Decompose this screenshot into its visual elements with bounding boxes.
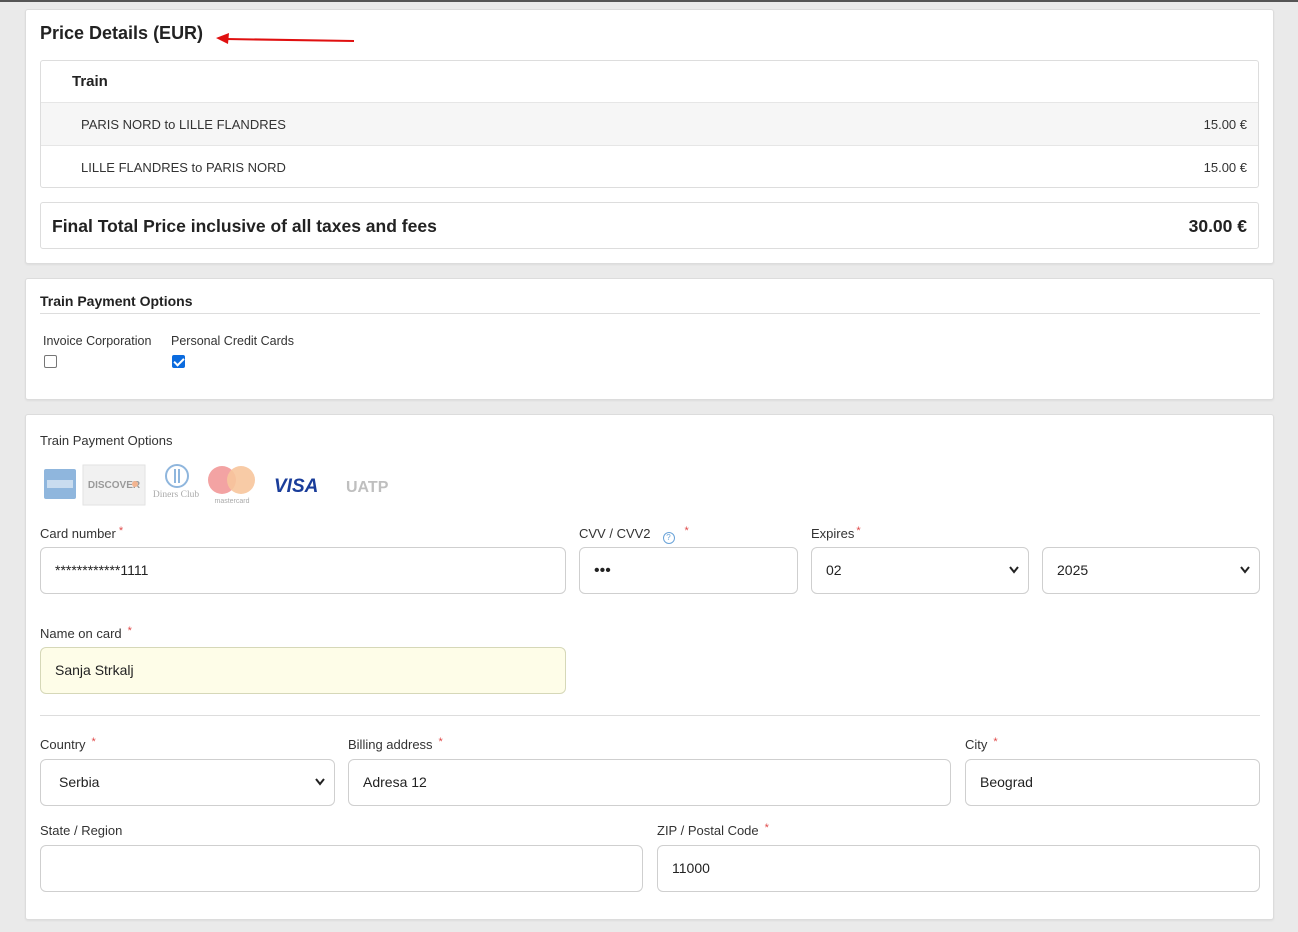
diners-club-logo-icon: Diners Club <box>153 464 199 500</box>
total-price-label: Final Total Price inclusive of all taxes… <box>52 216 437 236</box>
amex-logo-icon <box>44 469 76 499</box>
total-price-amount: 30.00 € <box>1188 216 1247 236</box>
country-label: Country * <box>40 736 96 752</box>
expires-label: Expires * <box>811 525 861 541</box>
total-price-box: Final Total Price inclusive of all taxes… <box>40 202 1259 249</box>
card-number-label: Card number * <box>40 525 124 541</box>
card-payment-title: Train Payment Options <box>40 433 173 448</box>
segment-route: LILLE FLANDRES to PARIS NORD <box>81 160 286 175</box>
help-icon[interactable]: ? <box>662 532 675 544</box>
segment-route: PARIS NORD to LILLE FLANDRES <box>81 117 286 132</box>
train-section-label: Train <box>72 73 108 90</box>
cvv-label: CVV / CVV2 ?* <box>579 525 689 544</box>
table-row: PARIS NORD to LILLE FLANDRES 15.00 € <box>41 103 1258 146</box>
chevron-down-icon <box>1240 566 1250 574</box>
country-value: Serbia <box>59 774 100 790</box>
train-price-table: Train PARIS NORD to LILLE FLANDRES 15.00… <box>40 60 1259 188</box>
red-arrow-annotation-icon <box>216 33 355 44</box>
table-row: LILLE FLANDRES to PARIS NORD 15.00 € <box>41 146 1258 189</box>
train-payment-options-card: Train Payment Options Invoice Corporatio… <box>25 278 1274 400</box>
cvv-input[interactable]: ••• <box>579 547 798 594</box>
country-select[interactable]: Serbia <box>40 759 335 806</box>
state-region-label: State / Region <box>40 823 123 838</box>
segment-amount: 15.00 € <box>1203 117 1247 132</box>
personal-credit-cards-label: Personal Credit Cards <box>171 334 294 348</box>
mastercard-logo-icon: mastercard <box>208 466 255 505</box>
price-details-title: Price Details (EUR) <box>40 23 204 43</box>
uatp-logo-icon: UATP <box>346 479 389 496</box>
chevron-down-icon <box>1009 566 1019 574</box>
invoice-corporation-label: Invoice Corporation <box>43 334 152 348</box>
billing-address-label: Billing address * <box>348 736 443 752</box>
visa-logo-icon: VISA <box>274 476 318 497</box>
card-number-input[interactable]: ************1111 <box>40 547 566 594</box>
zip-postal-code-input[interactable]: 11000 <box>657 845 1260 892</box>
state-region-input[interactable] <box>40 845 643 892</box>
train-section-header: Train <box>41 61 1258 103</box>
price-details-card: Price Details (EUR) Train PARIS NORD to … <box>25 9 1274 264</box>
svg-text:mastercard: mastercard <box>214 498 249 505</box>
name-on-card-label: Name on card * <box>40 625 132 641</box>
expires-year-select[interactable]: 2025 <box>1042 547 1260 594</box>
card-payment-card: Train Payment Options DISCOVER Diners Cl… <box>25 414 1274 920</box>
expires-month-select[interactable]: 02 <box>811 547 1029 594</box>
personal-credit-cards-checkbox[interactable] <box>172 355 185 368</box>
invoice-corporation-checkbox[interactable] <box>44 355 57 368</box>
segment-amount: 15.00 € <box>1203 160 1247 175</box>
expires-year-value: 2025 <box>1057 562 1089 578</box>
city-input[interactable]: Beograd <box>965 759 1260 806</box>
name-on-card-input[interactable]: Sanja Strkalj <box>40 647 566 694</box>
card-logos: DISCOVER Diners Club mastercard VISA UAT… <box>44 464 389 506</box>
top-border <box>0 0 1298 2</box>
discover-logo-icon: DISCOVER <box>82 464 146 506</box>
expires-month-value: 02 <box>826 562 842 578</box>
divider <box>40 715 1260 716</box>
zip-postal-code-label: ZIP / Postal Code * <box>657 822 769 838</box>
billing-address-input[interactable]: Adresa 12 <box>348 759 951 806</box>
city-label: City * <box>965 736 998 752</box>
chevron-down-icon <box>315 778 325 786</box>
divider <box>40 313 1260 314</box>
payment-options-title: Train Payment Options <box>40 293 193 309</box>
svg-text:Diners Club: Diners Club <box>153 490 199 500</box>
